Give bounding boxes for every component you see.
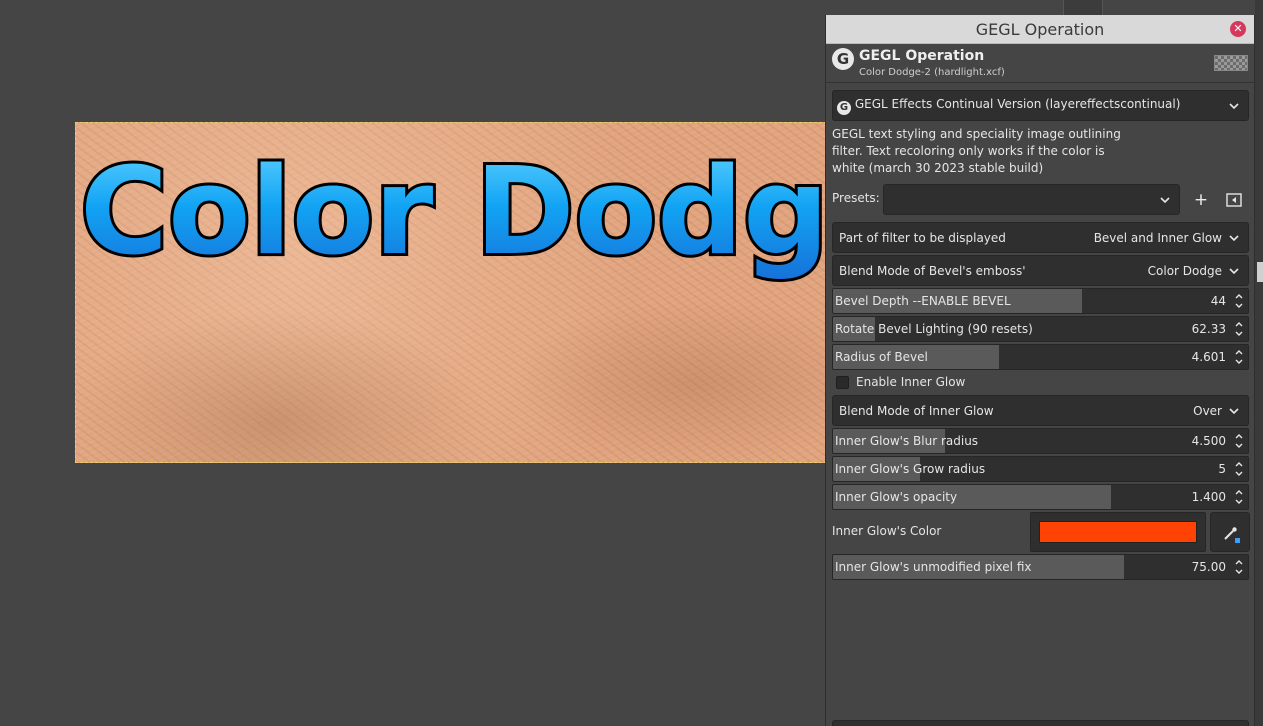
close-button[interactable]: ✕ [1230, 21, 1246, 37]
operation-select[interactable]: G GEGL Effects Continual Version (layere… [832, 90, 1249, 121]
rotate-bevel-slider[interactable]: Rotate Bevel Lighting (90 resets) 62.33 [832, 316, 1249, 342]
spin-arrows-icon[interactable] [1233, 319, 1245, 339]
dialog-titlebar[interactable]: GEGL Operation ✕ [826, 15, 1254, 44]
inner-glow-color-button[interactable] [1030, 512, 1206, 552]
inner-glow-blend-mode-select[interactable]: Blend Mode of Inner Glow Over [832, 395, 1249, 426]
dock-tab [1257, 262, 1263, 282]
bevel-depth-slider[interactable]: Bevel Depth --ENABLE BEVEL 44 [832, 288, 1249, 314]
dock-edge [1255, 0, 1263, 726]
inner-glow-color-label: Inner Glow's Color [832, 524, 942, 538]
presets-label: Presets: [832, 191, 880, 205]
spin-arrows-icon[interactable] [1233, 557, 1245, 577]
dialog-header: G GEGL Operation Color Dodge-2 (hardligh… [826, 45, 1254, 83]
chevron-down-icon [1229, 234, 1239, 241]
gegl-operation-dialog: GEGL Operation ✕ G GEGL Operation Color … [825, 15, 1255, 726]
bevel-blend-mode-select[interactable]: Blend Mode of Bevel's emboss' Color Dodg… [832, 255, 1249, 286]
header-title: GEGL Operation [859, 48, 985, 64]
operation-description: GEGL text styling and speciality image o… [832, 127, 1121, 175]
canvas-heading-text: Color Dodge [80, 143, 827, 282]
chevron-down-icon [1229, 407, 1239, 414]
enable-inner-glow-checkbox[interactable] [836, 376, 849, 389]
inner-glow-blur-radius-slider[interactable]: Inner Glow's Blur radius 4.500 [832, 428, 1249, 454]
gegl-logo-icon: G [832, 48, 854, 70]
spin-arrows-icon[interactable] [1233, 487, 1245, 507]
canvas-image[interactable]: Color Dodge [75, 122, 827, 463]
chevron-down-icon [1160, 196, 1170, 203]
inner-glow-pixel-fix-slider[interactable]: Inner Glow's unmodified pixel fix 75.00 [832, 554, 1249, 580]
color-picker-button[interactable] [1210, 512, 1250, 552]
dialog-title: GEGL Operation [975, 20, 1105, 39]
preset-menu-icon[interactable] [1223, 189, 1245, 211]
inner-glow-grow-radius-slider[interactable]: Inner Glow's Grow radius 5 [832, 456, 1249, 482]
add-preset-icon[interactable]: + [1190, 189, 1212, 211]
spin-arrows-icon[interactable] [1233, 431, 1245, 451]
part-of-filter-select[interactable]: Part of filter to be displayed Bevel and… [832, 222, 1249, 253]
top-scroll-handle [1063, 0, 1103, 15]
chevron-down-icon [1229, 102, 1239, 109]
eyedropper-icon [1224, 527, 1240, 543]
inner-glow-opacity-slider[interactable]: Inner Glow's opacity 1.400 [832, 484, 1249, 510]
inner-glow-color-swatch [1039, 521, 1197, 543]
presets-select[interactable] [883, 184, 1180, 215]
radius-bevel-slider[interactable]: Radius of Bevel 4.601 [832, 344, 1249, 370]
gegl-small-icon: G [837, 100, 851, 115]
layer-thumbnail [1214, 55, 1248, 71]
header-subtitle: Color Dodge-2 (hardlight.xcf) [859, 67, 1005, 78]
spin-arrows-icon[interactable] [1233, 459, 1245, 479]
enable-inner-glow-label: Enable Inner Glow [856, 375, 966, 389]
spin-arrows-icon[interactable] [1233, 347, 1245, 367]
spin-arrows-icon[interactable] [1233, 291, 1245, 311]
operation-select-label: G GEGL Effects Continual Version (layere… [837, 97, 1180, 115]
next-control-edge [832, 720, 1249, 726]
chevron-down-icon [1229, 267, 1239, 274]
canvas-text-art: Color Dodge [77, 140, 827, 285]
